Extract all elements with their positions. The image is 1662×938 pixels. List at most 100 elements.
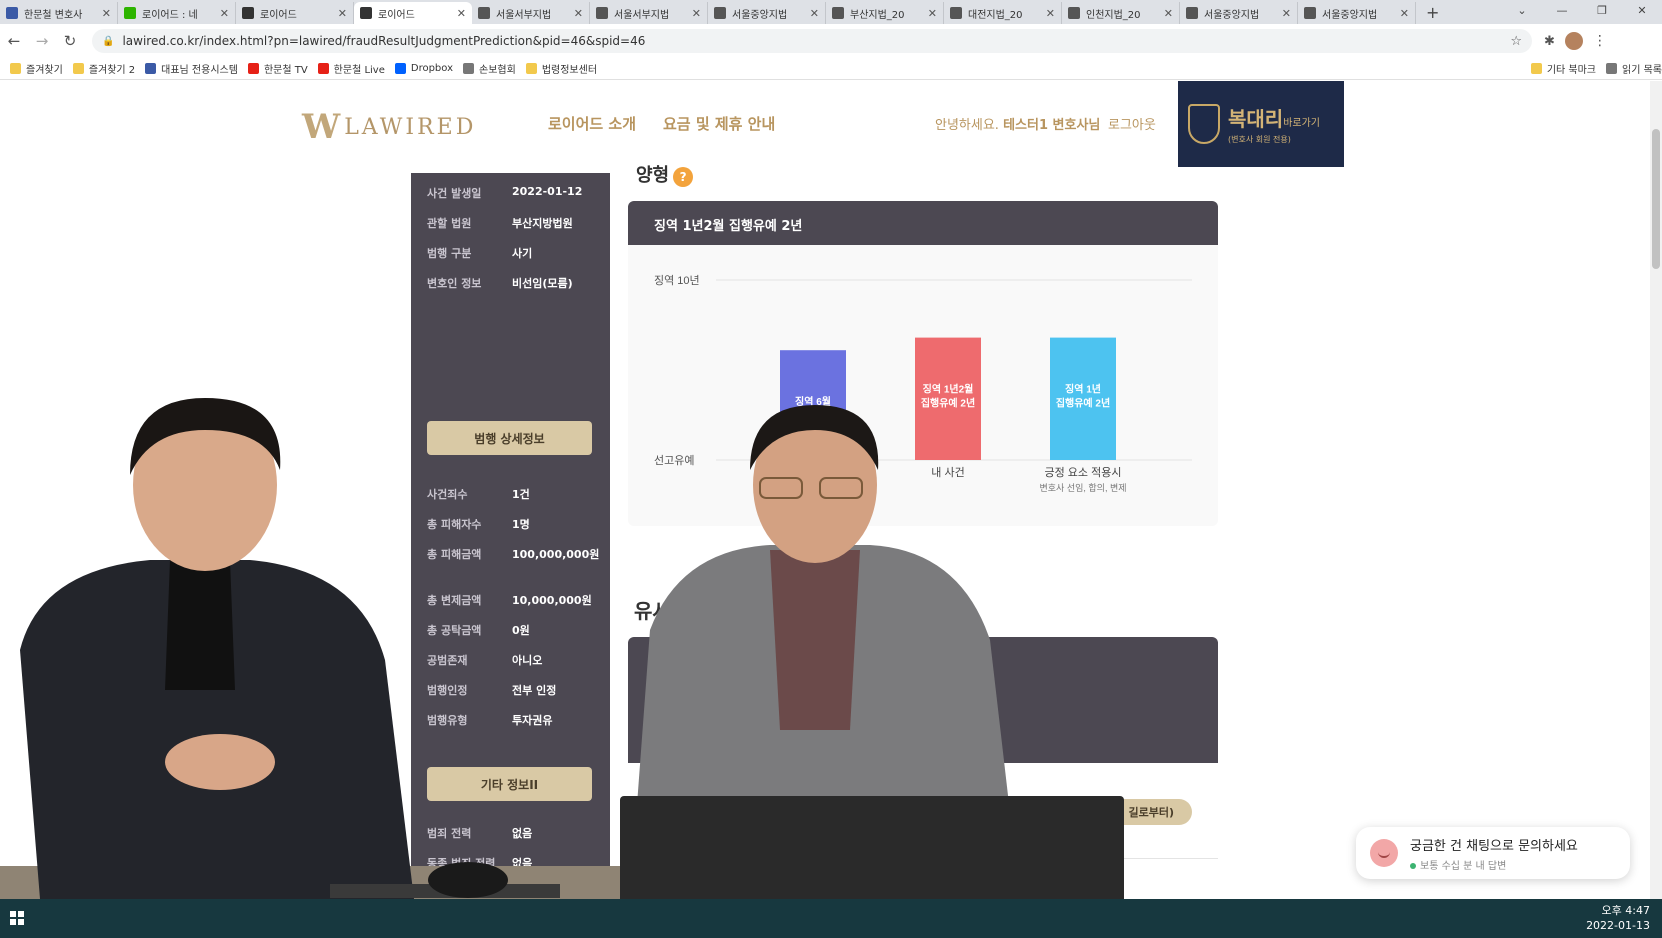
tab-label: 로이어드: [260, 9, 297, 21]
browser-tab[interactable]: 로이어드 ✕: [236, 2, 354, 24]
bookmark-item[interactable]: 대표님 전용시스템: [145, 61, 238, 76]
back-icon[interactable]: ←: [0, 32, 28, 50]
other-info-button[interactable]: 기타 정보II: [427, 767, 592, 801]
close-icon[interactable]: ✕: [1046, 7, 1055, 20]
windows-start-icon[interactable]: [10, 911, 24, 925]
close-icon[interactable]: ✕: [102, 7, 111, 20]
browser-tab[interactable]: 인천지법_20 ✕: [1062, 2, 1180, 24]
bar-data-label: 징역 1년: [1065, 383, 1101, 396]
case-info-row: 총 변제금액 10,000,000원: [427, 592, 602, 608]
tab-label: 서울중앙지법: [732, 9, 788, 21]
browser-tab[interactable]: 로이어드 ✕: [354, 2, 472, 24]
extensions-icon[interactable]: ✱: [1544, 34, 1555, 49]
chat-widget[interactable]: 궁금한 건 채팅으로 문의하세요 보통 수십 분 내 답변: [1356, 827, 1630, 879]
case-info-key: 총 피해금액: [427, 548, 482, 561]
profile-avatar[interactable]: [1564, 32, 1583, 50]
close-icon[interactable]: ✕: [1282, 7, 1291, 20]
close-icon[interactable]: ✕: [928, 7, 937, 20]
close-icon[interactable]: ✕: [338, 7, 347, 20]
case-info-value: 비선임(모름): [512, 277, 573, 290]
case-info-key: 총 공탁금액: [427, 624, 482, 637]
browser-tab[interactable]: 대전지법_20 ✕: [944, 2, 1062, 24]
close-icon[interactable]: ✕: [692, 7, 701, 20]
close-icon[interactable]: ✕: [1164, 7, 1173, 20]
case-info-value: 1명: [512, 518, 530, 531]
nav-pricing[interactable]: 요금 및 제휴 안내: [663, 113, 775, 134]
close-icon[interactable]: ✕: [220, 7, 229, 20]
case-info-value: 0원: [512, 624, 530, 637]
close-icon[interactable]: ✕: [810, 7, 819, 20]
browser-tab[interactable]: 서울중앙지법 ✕: [1298, 2, 1416, 24]
window-controls: ⌄ — ❐ ✕: [1502, 0, 1662, 24]
tab-favicon-icon: [360, 7, 372, 19]
lawired-logo[interactable]: W LAWIRED: [302, 107, 476, 147]
site-header: W LAWIRED 로이어드 소개 요금 및 제휴 안내 안녕하세요. 테스터1…: [0, 81, 1650, 167]
bokdaeri-banner[interactable]: 복대리바로가기 (변호사 회원 전용): [1178, 81, 1344, 167]
browser-tab[interactable]: 로이어드 : 네 ✕: [118, 2, 236, 24]
case-info-key: 총 변제금액: [427, 594, 482, 607]
case-info-key: 범행인정: [427, 684, 468, 697]
presenter-left: [0, 390, 414, 899]
bookmark-item[interactable]: 손보협회: [463, 61, 516, 76]
bookmark-item[interactable]: 한문철 TV: [247, 61, 308, 76]
logout-link[interactable]: 로그아웃: [1108, 114, 1156, 133]
bookmark-item[interactable]: 법령정보센터: [525, 61, 597, 76]
chat-status-text: 보통 수십 분 내 답변: [1420, 860, 1507, 872]
close-icon[interactable]: ✕: [1400, 7, 1409, 20]
case-info-row: 사건죄수 1건: [427, 486, 602, 502]
case-info-value: 10,000,000원: [512, 594, 592, 607]
tab-favicon-icon: [478, 7, 490, 19]
browser-tab[interactable]: 서울중앙지법 ✕: [708, 2, 826, 24]
scroll-thumb[interactable]: [1652, 129, 1660, 269]
browser-tab[interactable]: 서울서부지법 ✕: [590, 2, 708, 24]
help-icon[interactable]: ?: [673, 167, 694, 187]
clock-date: 2022-01-13: [1586, 919, 1650, 932]
menu-icon[interactable]: ⋮: [1593, 33, 1607, 49]
bookmark-label: 손보협회: [479, 65, 516, 76]
bookmark-item[interactable]: 한문철 Live: [317, 61, 385, 76]
new-tab-button[interactable]: +: [1416, 2, 1449, 24]
bookmark-item[interactable]: 기타 북마크: [1530, 61, 1596, 76]
case-info-key: 변호인 정보: [427, 277, 482, 290]
browser-tab[interactable]: 부산지법_20 ✕: [826, 2, 944, 24]
window-control-button[interactable]: ❐: [1582, 0, 1622, 24]
shield-icon: [1188, 104, 1220, 144]
bookmark-star-icon[interactable]: ☆: [1510, 34, 1522, 49]
greeting: 안녕하세요. 테스터1 변호사님: [935, 114, 1100, 133]
case-info-key: 사건죄수: [427, 488, 468, 501]
url-input[interactable]: 🔒 lawired.co.kr/index.html?pn=lawired/fr…: [92, 29, 1532, 53]
case-info-sidebar: 사건 발생일 2022-01-12 관할 법원 부산지방법원 범행 구분 사기 변호인 정보…: [411, 173, 610, 899]
bookmark-item[interactable]: 즐겨찾기 2: [72, 61, 135, 76]
browser-tab[interactable]: 서울중앙지법 ✕: [1180, 2, 1298, 24]
tab-label: 서울서부지법: [496, 9, 552, 21]
tab-favicon-icon: [714, 7, 726, 19]
chat-title: 궁금한 건 채팅으로 문의하세요: [1410, 838, 1578, 854]
bookmark-item[interactable]: 즐겨찾기: [10, 61, 63, 76]
reload-icon[interactable]: ↻: [56, 32, 84, 50]
case-info-value: 투자권유: [512, 714, 553, 727]
bookmark-item[interactable]: Dropbox: [394, 61, 453, 76]
browser-tab[interactable]: 서울서부지법 ✕: [472, 2, 590, 24]
page-scrollbar[interactable]: [1650, 81, 1662, 899]
crime-details-button[interactable]: 범행 상세정보: [427, 421, 592, 455]
case-info-value: 부산지방법원: [512, 217, 573, 230]
bookmark-item[interactable]: 읽기 목록: [1606, 61, 1662, 76]
window-control-button[interactable]: ⌄: [1502, 0, 1542, 24]
bookmark-label: 한문철 Live: [333, 65, 385, 76]
tab-favicon-icon: [1186, 7, 1198, 19]
browser-tab[interactable]: 한문철 변호사 ✕: [0, 2, 118, 24]
system-clock[interactable]: 오후 4:47 2022-01-13: [1586, 903, 1650, 933]
window-control-button[interactable]: ✕: [1622, 0, 1662, 24]
greeting-prefix: 안녕하세요.: [935, 118, 999, 133]
bookmark-icon: [1530, 63, 1542, 74]
bookmark-icon: [10, 63, 21, 74]
tab-favicon-icon: [1068, 7, 1080, 19]
nav-about[interactable]: 로이어드 소개: [548, 113, 636, 134]
forward-icon[interactable]: →: [28, 32, 56, 50]
y-tick-label: 징역 10년: [654, 274, 700, 287]
case-info-value: 없음: [512, 827, 533, 840]
close-icon[interactable]: ✕: [457, 7, 466, 20]
window-control-button[interactable]: —: [1542, 0, 1582, 24]
close-icon[interactable]: ✕: [574, 7, 583, 20]
prediction-title: 징역 1년2월 집행유예 2년: [628, 201, 1218, 245]
